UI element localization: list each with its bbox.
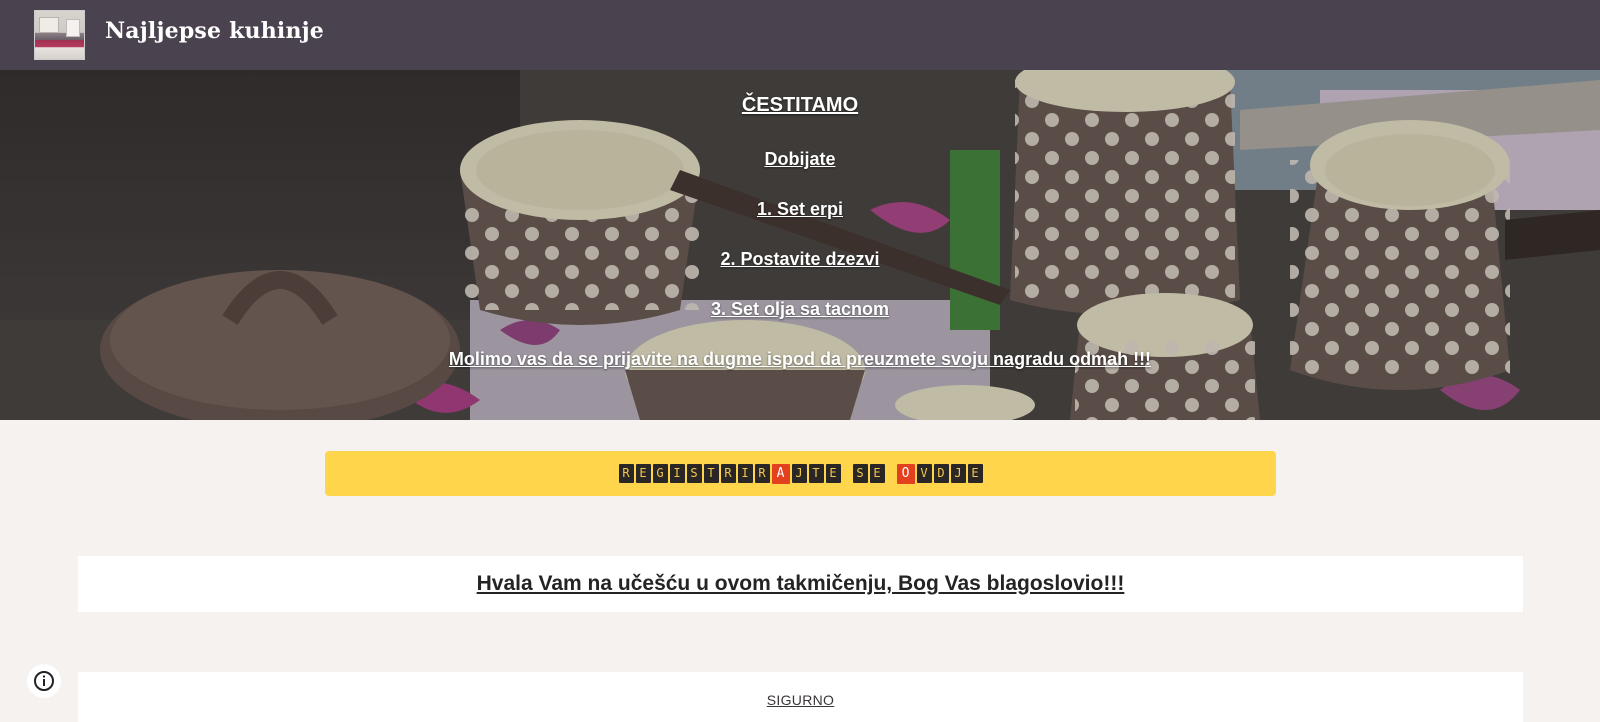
info-icon[interactable] [27, 664, 61, 698]
register-button[interactable]: REGISTRIRAJTESEOVDJE [325, 451, 1276, 496]
letter-tile: G [652, 463, 668, 483]
site-header: Najljepse kuhinje [0, 0, 1600, 70]
letter-tile: D [933, 463, 949, 483]
letter-tile: O [896, 463, 915, 484]
letter-tile: R [618, 463, 634, 483]
letter-tile: J [950, 463, 966, 483]
site-logo[interactable] [34, 10, 85, 60]
letter-tile: E [635, 463, 651, 483]
register-button-label: REGISTRIRAJTESEOVDJE [618, 463, 983, 484]
letter-tile: V [916, 463, 932, 483]
hero-heading-link[interactable]: ČESTITAMO [0, 94, 1600, 117]
letter-tile: J [791, 463, 807, 483]
tile-space [887, 464, 895, 483]
hero-line-link[interactable]: 2. Postavite dzezvi [0, 249, 1600, 270]
letter-tile: E [869, 463, 885, 483]
letter-tile: I [737, 463, 753, 483]
letter-tile: R [754, 463, 770, 483]
letter-tile: E [967, 463, 983, 483]
letter-tile: S [686, 463, 702, 483]
hero-text-block: ČESTITAMO Dobijate 1. Set erpi 2. Postav… [0, 70, 1600, 420]
letter-tile: T [808, 463, 824, 483]
letter-tile: R [720, 463, 736, 483]
sigurno-link[interactable]: SIGURNO [767, 692, 834, 722]
letter-tile: T [703, 463, 719, 483]
hero-line-link[interactable]: 1. Set erpi [0, 199, 1600, 220]
thanks-box: Hvala Vam na učešću u ovom takmičenju, B… [78, 556, 1523, 612]
hero-line-link[interactable]: Dobijate [0, 149, 1600, 170]
thanks-link[interactable]: Hvala Vam na učešću u ovom takmičenju, B… [477, 572, 1125, 596]
letter-tile: I [669, 463, 685, 483]
hero-banner: ČESTITAMO Dobijate 1. Set erpi 2. Postav… [0, 70, 1600, 420]
letter-tile: A [771, 463, 790, 484]
hero-line-link[interactable]: Molimo vas da se prijavite na dugme ispo… [0, 349, 1600, 370]
letter-tile: S [852, 463, 868, 483]
site-title[interactable]: Najljepse kuhinje [105, 18, 324, 44]
tile-space [843, 464, 851, 483]
security-box: SIGURNO [78, 672, 1523, 722]
hero-line-link[interactable]: 3. Set olja sa tacnom [0, 299, 1600, 320]
letter-tile: E [825, 463, 841, 483]
